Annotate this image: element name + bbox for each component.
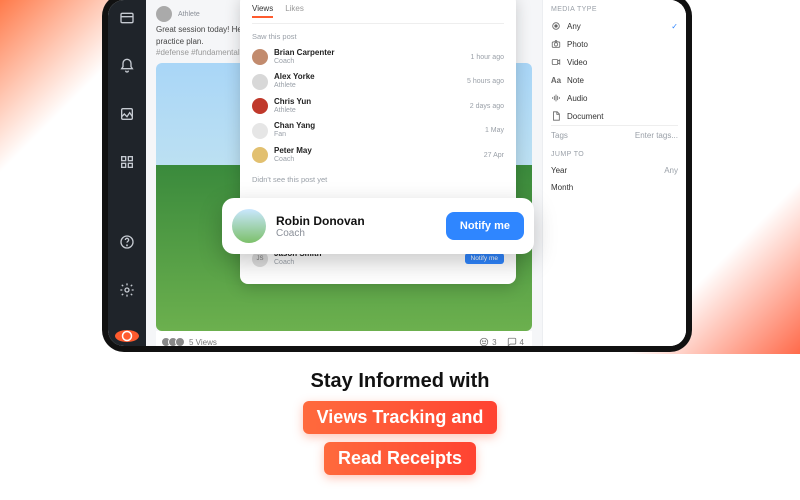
year-value[interactable]: Any: [664, 166, 678, 175]
viewer-row[interactable]: Peter MayCoach27 Apr: [252, 143, 504, 167]
viewer-avatars[interactable]: [164, 337, 185, 346]
reactions-count[interactable]: 3: [479, 337, 496, 346]
marketing-pill-1: Views Tracking and: [303, 401, 498, 434]
author-role: Athlete: [178, 11, 200, 18]
image-icon[interactable]: [119, 106, 135, 122]
media-type-audio[interactable]: Audio: [551, 89, 678, 107]
text-icon: Aa: [551, 75, 561, 85]
marketing-copy: Stay Informed with Views Tracking and Re…: [0, 354, 800, 475]
highlight-name: Robin Donovan: [276, 214, 365, 228]
avatar: [252, 123, 268, 139]
gear-icon[interactable]: [119, 282, 135, 298]
app-sidebar: [108, 0, 146, 346]
audio-icon: [551, 93, 561, 103]
circle-dot-icon: [551, 21, 561, 31]
tags-label: Tags: [551, 131, 568, 140]
notseen-label: Didn't see this post yet: [252, 175, 504, 184]
camera-icon: [551, 39, 561, 49]
media-type-document[interactable]: Document: [551, 107, 678, 125]
tab-likes[interactable]: Likes: [285, 4, 304, 18]
marketing-pill-2: Read Receipts: [324, 442, 476, 475]
avatar: [252, 74, 268, 90]
filter-panel: MEDIA TYPE Any✓PhotoVideoAaNoteAudioDocu…: [542, 0, 686, 346]
bell-icon[interactable]: [119, 58, 135, 74]
avatar: [252, 49, 268, 65]
viewer-row[interactable]: Chan YangFan1 May: [252, 118, 504, 142]
reaction-icon: [479, 337, 489, 346]
highlight-card: Robin Donovan Coach Notify me: [222, 198, 534, 254]
viewed-ago: 5 hours ago: [467, 78, 504, 85]
viewer-row[interactable]: Alex YorkeAthlete5 hours ago: [252, 69, 504, 93]
viewed-ago: 1 May: [485, 127, 504, 134]
doc-icon: [551, 111, 561, 121]
notify-button-small[interactable]: Notify me: [465, 253, 504, 264]
viewed-ago: 27 Apr: [484, 152, 504, 159]
viewed-ago: 1 hour ago: [471, 54, 504, 61]
views-label[interactable]: 5 Views: [189, 338, 217, 347]
media-type-any[interactable]: Any✓: [551, 17, 678, 35]
notify-button[interactable]: Notify me: [446, 212, 524, 240]
marketing-line1: Stay Informed with: [0, 370, 800, 393]
media-type-photo[interactable]: Photo: [551, 35, 678, 53]
avatar: [252, 98, 268, 114]
help-icon[interactable]: [119, 234, 135, 250]
apps-icon[interactable]: [119, 154, 135, 170]
avatar: [232, 209, 266, 243]
saw-label: Saw this post: [252, 32, 504, 41]
avatar: [252, 147, 268, 163]
media-type-video[interactable]: Video: [551, 53, 678, 71]
sidebar-add-button[interactable]: [115, 330, 139, 342]
viewer-row[interactable]: Brian CarpenterCoach1 hour ago: [252, 45, 504, 69]
avatar: [156, 6, 172, 22]
jumpto-header: JUMP TO: [551, 151, 678, 158]
tab-views[interactable]: Views: [252, 4, 273, 18]
viewer-row[interactable]: Chris YunAthlete2 days ago: [252, 94, 504, 118]
inbox-icon[interactable]: [119, 10, 135, 26]
media-type-header: MEDIA TYPE: [551, 6, 678, 13]
tags-input[interactable]: Enter tags...: [635, 131, 678, 140]
check-icon: ✓: [671, 22, 678, 31]
month-label: Month: [551, 183, 573, 192]
highlight-role: Coach: [276, 228, 365, 239]
tablet-device: Athlete Great session today! Here's a...…: [102, 0, 692, 352]
comment-icon: [507, 337, 517, 346]
year-label: Year: [551, 166, 567, 175]
media-type-note[interactable]: AaNote: [551, 71, 678, 89]
views-bar: 5 Views 3 4: [156, 331, 532, 346]
video-icon: [551, 57, 561, 67]
comments-count[interactable]: 4: [507, 337, 524, 346]
viewed-ago: 2 days ago: [470, 103, 504, 110]
